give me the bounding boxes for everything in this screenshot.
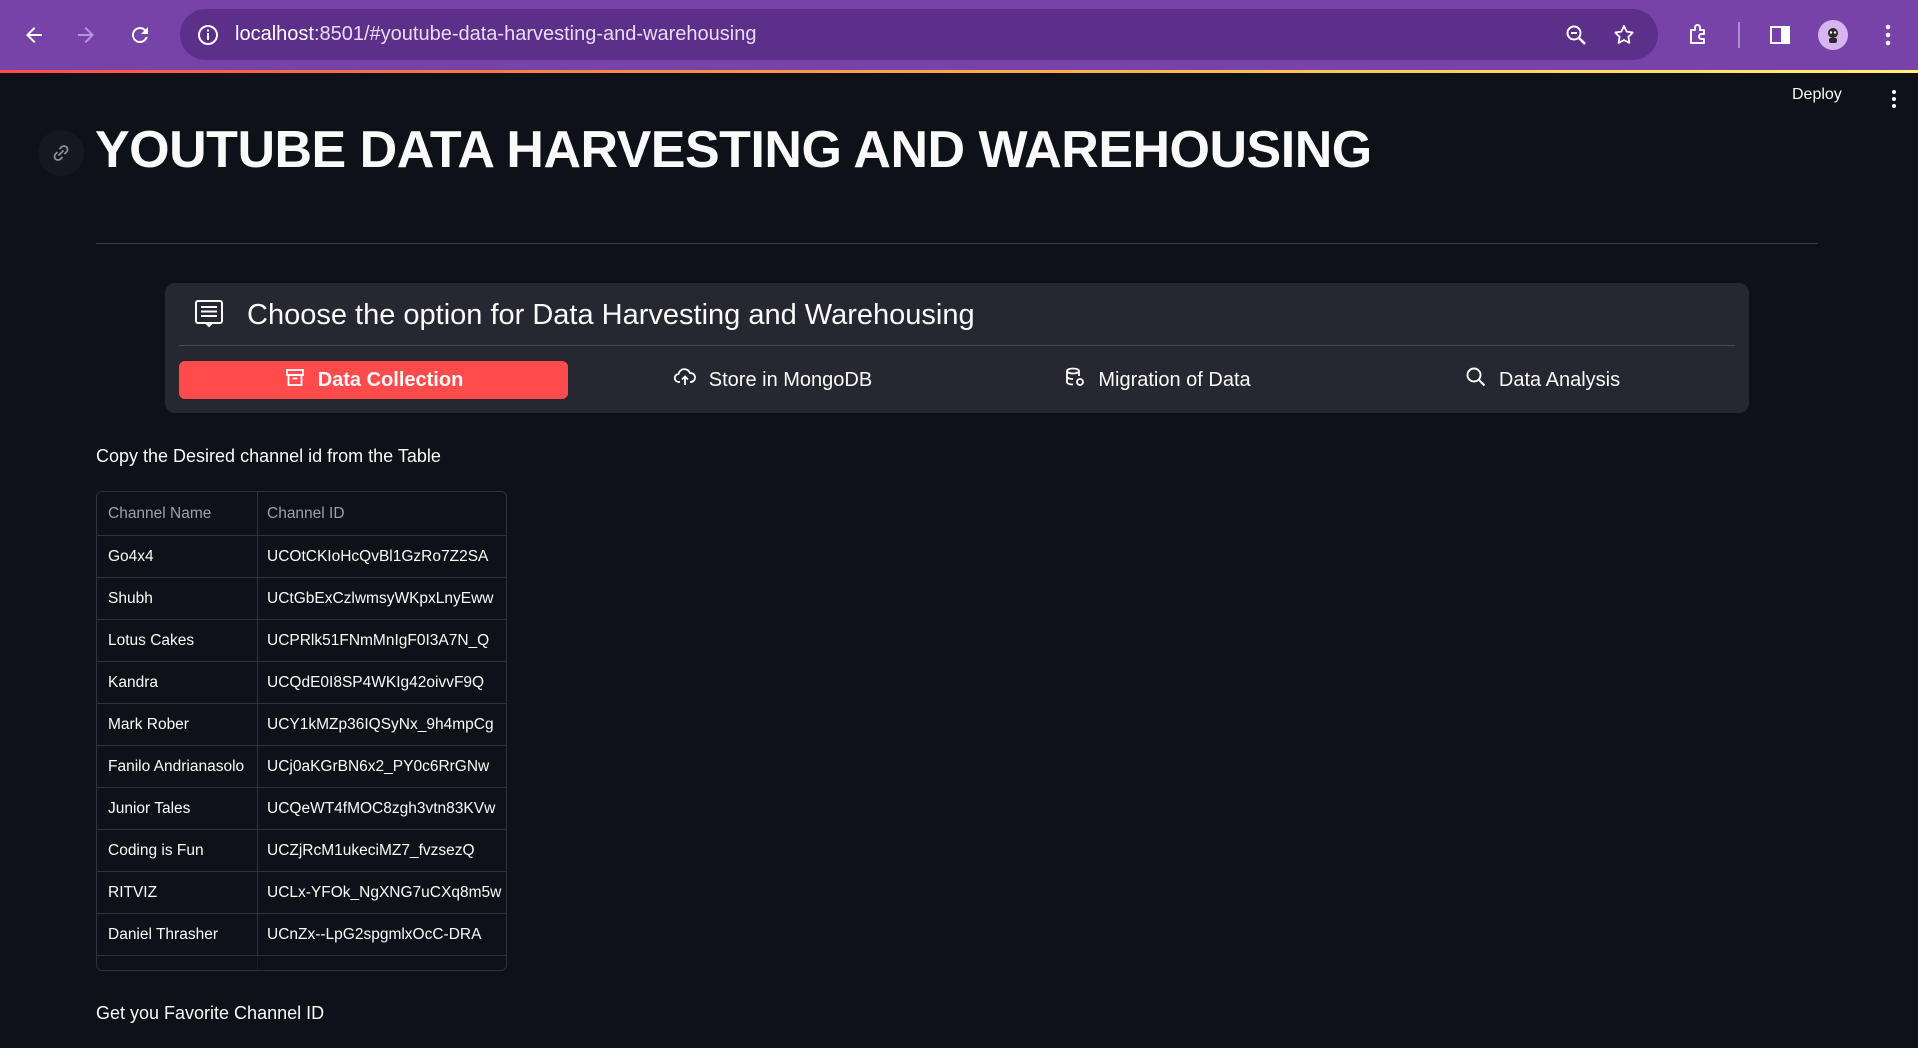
cell-channel-id[interactable]: UCQeWT4fMOC8zgh3vtn83KVw xyxy=(258,788,506,829)
zoom-icon[interactable] xyxy=(1562,21,1590,49)
profile-avatar[interactable] xyxy=(1815,17,1851,53)
table-row[interactable]: Go4x4 UCOtCKIoHcQvBl1GzRo7Z2SA xyxy=(97,536,506,578)
menu-item-label: Data Collection xyxy=(317,368,464,391)
page-title: YOUTUBE DATA HARVESTING AND WAREHOUSING xyxy=(95,121,1372,179)
cell-channel-name[interactable]: Junior Tales xyxy=(97,788,258,829)
cell-channel-id[interactable] xyxy=(258,956,506,970)
archive-icon xyxy=(284,366,306,394)
menu-item-label: Store in MongoDB xyxy=(708,368,873,391)
url-host: localhost xyxy=(235,23,314,45)
menu-item-data-collection[interactable]: Data Collection xyxy=(179,361,568,399)
cell-channel-id[interactable]: UCnZx--LpG2spgmlxOcC-DRA xyxy=(258,914,506,955)
cell-channel-id[interactable]: UCOtCKIoHcQvBl1GzRo7Z2SA xyxy=(258,536,506,577)
table-row[interactable]: Junior Tales UCQeWT4fMOC8zgh3vtn83KVw xyxy=(97,788,506,830)
option-menu-title: Choose the option for Data Harvesting an… xyxy=(247,298,975,331)
cell-channel-id[interactable]: UCLx-YFOk_NgXNG7uCXq8m5w xyxy=(258,872,506,913)
cloud-upload-icon xyxy=(673,366,697,394)
table-row[interactable]: RITVIZ UCLx-YFOk_NgXNG7uCXq8m5w xyxy=(97,872,506,914)
cell-channel-name[interactable]: Daniel Thrasher xyxy=(97,914,258,955)
side-panel-icon[interactable] xyxy=(1762,17,1798,53)
menu-item-label: Data Analysis xyxy=(1498,368,1621,391)
option-menu-header: Choose the option for Data Harvesting an… xyxy=(193,295,975,335)
browser-menu-icon[interactable] xyxy=(1870,17,1906,53)
cell-channel-id[interactable]: UCtGbExCzlwmsyWKpxLnyEww xyxy=(258,578,506,619)
copy-channel-label: Copy the Desired channel id from the Tab… xyxy=(96,446,441,466)
cell-channel-name[interactable]: Go4x4 xyxy=(97,536,258,577)
table-row[interactable]: Shubh UCtGbExCzlwmsyWKpxLnyEww xyxy=(97,578,506,620)
column-header-channel-id[interactable]: Channel ID xyxy=(258,492,506,535)
search-icon xyxy=(1465,366,1487,394)
bookmark-star-icon[interactable] xyxy=(1610,21,1638,49)
menu-item-migration-of-data[interactable]: Migration of Data xyxy=(965,361,1350,399)
extensions-icon[interactable] xyxy=(1681,17,1717,53)
cell-channel-name[interactable] xyxy=(97,956,258,970)
menu-item-label: Migration of Data xyxy=(1098,368,1251,391)
option-menu-divider xyxy=(179,345,1735,346)
url-path: :8501/#youtube-data-harvesting-and-wareh… xyxy=(313,23,757,45)
site-info-icon[interactable] xyxy=(194,21,222,49)
table-header-row: Channel Name Channel ID xyxy=(97,492,506,536)
database-gear-icon xyxy=(1064,366,1086,394)
cell-channel-name[interactable]: Kandra xyxy=(97,662,258,703)
menu-item-data-analysis[interactable]: Data Analysis xyxy=(1350,361,1735,399)
table-row-partial[interactable] xyxy=(97,956,506,970)
table-row[interactable]: Kandra UCQdE0I8SP4WKIg42oivvF9Q xyxy=(97,662,506,704)
favorite-channel-label: Get you Favorite Channel ID xyxy=(96,1003,325,1023)
cell-channel-id[interactable]: UCY1kMZp36IQSyNx_9h4mpCg xyxy=(258,704,506,745)
deploy-button[interactable]: Deploy xyxy=(1792,86,1842,104)
cell-channel-name[interactable]: RITVIZ xyxy=(97,872,258,913)
table-row[interactable]: Lotus Cakes UCPRlk51FNmMnIgF0I3A7N_Q xyxy=(97,620,506,662)
cell-channel-id[interactable]: UCQdE0I8SP4WKIg42oivvF9Q xyxy=(258,662,506,703)
channel-table[interactable]: Channel Name Channel ID Go4x4 UCOtCKIoHcQ… xyxy=(96,491,507,971)
table-row[interactable]: Coding is Fun UCZjRcM1ukeciMZ7_fvzsezQ xyxy=(97,830,506,872)
url-text: localhost:8501/#youtube-data-harvesting-… xyxy=(235,23,756,46)
header-divider xyxy=(96,243,1818,244)
app-menu-icon[interactable] xyxy=(1884,86,1904,112)
forward-icon[interactable] xyxy=(68,17,104,53)
avatar-icon xyxy=(1818,20,1848,50)
table-row[interactable]: Daniel Thrasher UCnZx--LpG2spgmlxOcC-DRA xyxy=(97,914,506,956)
option-menu-items: Data Collection Store in MongoDB Migrati… xyxy=(179,361,1735,399)
cell-channel-name[interactable]: Mark Rober xyxy=(97,704,258,745)
menu-item-store-in-mongodb[interactable]: Store in MongoDB xyxy=(580,361,965,399)
browser-toolbar: localhost:8501/#youtube-data-harvesting-… xyxy=(0,0,1918,70)
cell-channel-id[interactable]: UCj0aKGrBN6x2_PY0c6RrGNw xyxy=(258,746,506,787)
back-icon[interactable] xyxy=(16,17,52,53)
cell-channel-id[interactable]: UCZjRcM1ukeciMZ7_fvzsezQ xyxy=(258,830,506,871)
table-row[interactable]: Fanilo Andrianasolo UCj0aKGrBN6x2_PY0c6Rr… xyxy=(97,746,506,788)
cell-channel-name[interactable]: Lotus Cakes xyxy=(97,620,258,661)
loading-accent-bar xyxy=(0,70,1918,73)
option-menu: Choose the option for Data Harvesting an… xyxy=(165,283,1749,413)
toolbar-separator xyxy=(1738,22,1740,48)
cell-channel-name[interactable]: Coding is Fun xyxy=(97,830,258,871)
menu-card-icon xyxy=(193,297,225,333)
cell-channel-id[interactable]: UCPRlk51FNmMnIgF0I3A7N_Q xyxy=(258,620,506,661)
address-bar[interactable]: localhost:8501/#youtube-data-harvesting-… xyxy=(180,9,1658,60)
column-header-channel-name[interactable]: Channel Name xyxy=(97,492,258,535)
table-row[interactable]: Mark Rober UCY1kMZp36IQSyNx_9h4mpCg xyxy=(97,704,506,746)
reload-icon[interactable] xyxy=(122,17,158,53)
cell-channel-name[interactable]: Fanilo Andrianasolo xyxy=(97,746,258,787)
anchor-link-icon[interactable] xyxy=(38,130,84,176)
cell-channel-name[interactable]: Shubh xyxy=(97,578,258,619)
